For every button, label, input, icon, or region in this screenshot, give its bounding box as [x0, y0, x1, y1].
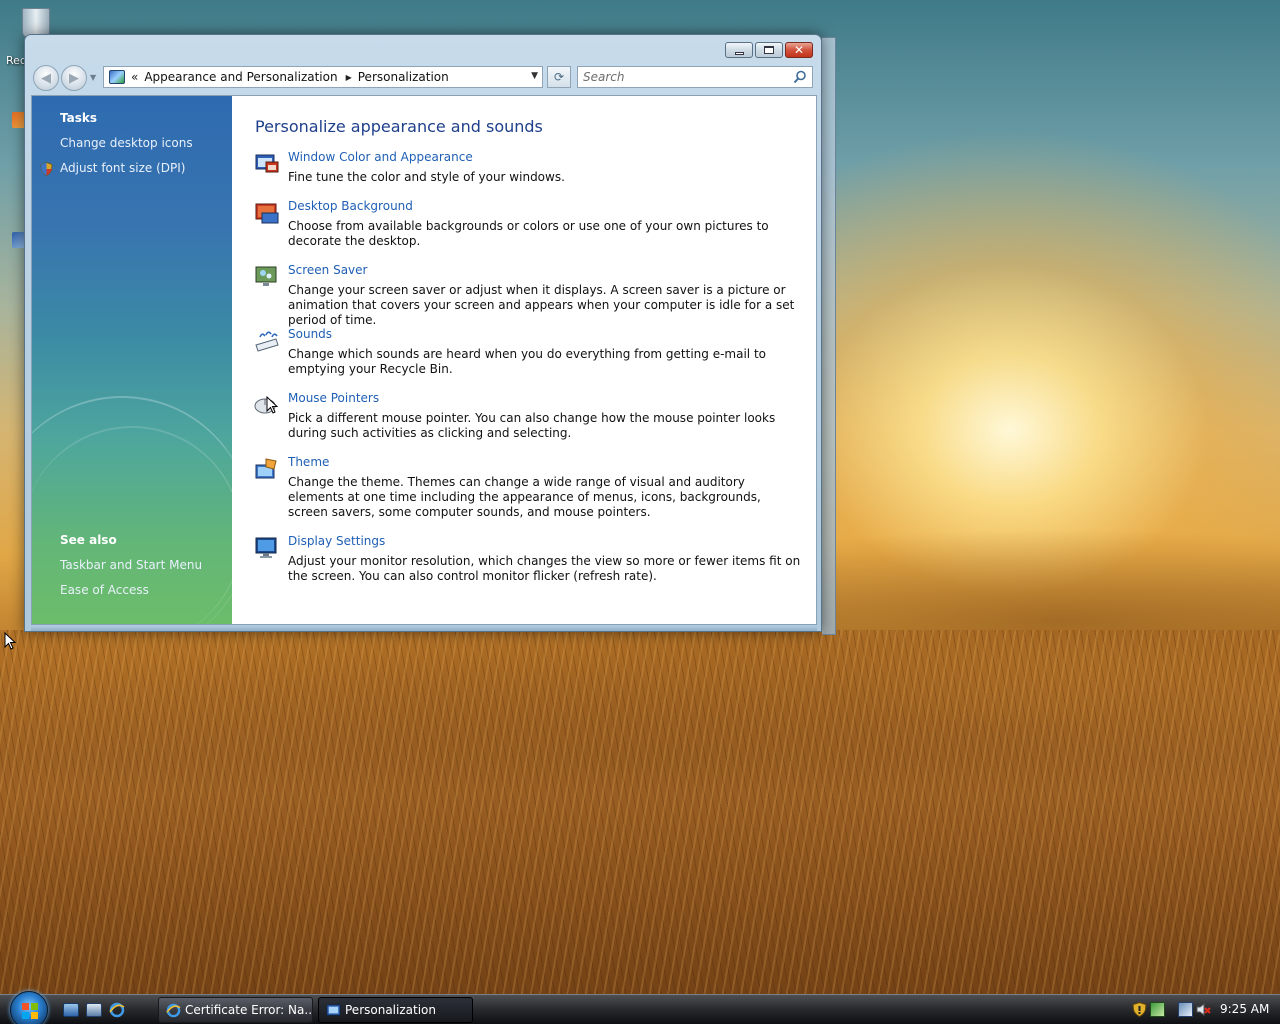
- personalization-window: ✕ ◀ ▶ ▼ « Appearance and Personalization…: [24, 34, 822, 632]
- screen-saver-icon: [255, 266, 277, 286]
- breadcrumb-overflow[interactable]: «: [131, 70, 138, 84]
- clock[interactable]: 9:25 AM: [1220, 1002, 1269, 1016]
- see-also-heading: See also: [60, 533, 117, 547]
- volume-muted-icon[interactable]: [1196, 1002, 1211, 1017]
- taskbar: Certificate Error: Na... Personalization…: [0, 991, 1280, 1024]
- theme-icon: [255, 458, 277, 479]
- search-input[interactable]: [578, 67, 790, 87]
- sounds-icon: [255, 331, 279, 352]
- mouse-pointers-description: Pick a different mouse pointer. You can …: [288, 411, 776, 440]
- screen-saver-description: Change your screen saver or adjust when …: [288, 283, 795, 327]
- mouse-cursor-icon: [4, 632, 16, 650]
- main-pane: Personalize appearance and sounds Window…: [232, 96, 816, 624]
- taskbar-button-label: Personalization: [345, 1003, 436, 1017]
- content-area: Tasks Change desktop icons Adjust font s…: [31, 95, 817, 625]
- close-button[interactable]: ✕: [785, 42, 813, 58]
- refresh-icon: ⟳: [553, 70, 565, 84]
- address-dropdown-icon[interactable]: ▼: [531, 71, 538, 81]
- task-adjust-font-size[interactable]: Adjust font size (DPI): [60, 161, 185, 175]
- internet-explorer-icon: [166, 1003, 181, 1018]
- recycle-bin-label: Rec: [6, 54, 26, 67]
- control-panel-icon: [109, 70, 125, 84]
- forward-button[interactable]: ▶: [61, 65, 87, 91]
- list-item: Display Settings Adjust your monitor res…: [254, 534, 804, 584]
- background-window-edge: [822, 37, 836, 635]
- theme-link[interactable]: Theme: [288, 455, 329, 469]
- caption-buttons: ✕: [725, 42, 813, 58]
- sidebar-icon[interactable]: [1150, 1002, 1165, 1017]
- breadcrumb-appearance[interactable]: Appearance and Personalization: [144, 70, 337, 84]
- list-item: Desktop Background Choose from available…: [254, 199, 804, 249]
- windows-logo-icon: [22, 1003, 38, 1019]
- mouse-cursor-icon: [266, 396, 278, 414]
- mouse-pointers-link[interactable]: Mouse Pointers: [288, 391, 379, 405]
- list-item: Theme Change the theme. Themes can chang…: [254, 455, 804, 519]
- see-also-taskbar[interactable]: Taskbar and Start Menu: [60, 558, 202, 572]
- search-box[interactable]: [577, 66, 813, 88]
- recycle-bin-icon[interactable]: [18, 4, 54, 38]
- list-item: Sounds Change which sounds are heard whe…: [254, 327, 804, 377]
- maximize-icon: [764, 46, 774, 54]
- theme-description: Change the theme. Themes can change a wi…: [288, 475, 761, 519]
- minimize-button[interactable]: [725, 42, 753, 58]
- control-panel-icon: [326, 1004, 341, 1016]
- network-icon[interactable]: [1178, 1002, 1193, 1017]
- see-also-ease-of-access[interactable]: Ease of Access: [60, 583, 149, 597]
- arrow-left-icon: ◀: [41, 70, 51, 86]
- window-color-icon: [255, 154, 279, 173]
- page-title: Personalize appearance and sounds: [255, 117, 543, 136]
- uac-shield-icon: [40, 162, 53, 176]
- display-settings-icon: [255, 537, 277, 558]
- window-bottom-border: [31, 627, 817, 631]
- list-item: Mouse Pointers Pick a different mouse po…: [254, 391, 804, 441]
- back-button[interactable]: ◀: [33, 65, 59, 91]
- window-color-link[interactable]: Window Color and Appearance: [288, 150, 473, 164]
- show-desktop-icon[interactable]: [63, 1003, 79, 1017]
- taskbar-button-personalization[interactable]: Personalization: [318, 997, 473, 1023]
- list-item: Screen Saver Change your screen saver or…: [254, 263, 804, 327]
- wallpaper-grass: [0, 630, 1280, 995]
- arrow-right-icon: ▶: [69, 70, 79, 86]
- sounds-description: Change which sounds are heard when you d…: [288, 347, 766, 376]
- security-shield-icon[interactable]: [1132, 1002, 1147, 1017]
- tasks-heading: Tasks: [60, 111, 98, 125]
- refresh-button[interactable]: ⟳: [547, 66, 571, 88]
- breadcrumb-personalization[interactable]: Personalization: [358, 70, 449, 84]
- close-icon: ✕: [793, 43, 805, 57]
- internet-explorer-icon[interactable]: [109, 1002, 125, 1018]
- display-settings-link[interactable]: Display Settings: [288, 534, 385, 548]
- minimize-icon: [734, 51, 744, 55]
- desktop-background-link[interactable]: Desktop Background: [288, 199, 413, 213]
- screen-saver-link[interactable]: Screen Saver: [288, 263, 367, 277]
- breadcrumb-separator-icon[interactable]: ▶: [346, 73, 352, 82]
- taskbar-button-label: Certificate Error: Na...: [185, 1003, 313, 1017]
- switch-windows-icon[interactable]: [86, 1003, 102, 1017]
- sounds-link[interactable]: Sounds: [288, 327, 332, 341]
- address-bar[interactable]: « Appearance and Personalization ▶ Perso…: [103, 66, 543, 88]
- window-color-description: Fine tune the color and style of your wi…: [288, 170, 565, 184]
- task-change-desktop-icons[interactable]: Change desktop icons: [60, 136, 193, 150]
- search-icon[interactable]: [793, 70, 807, 84]
- recent-pages-dropdown[interactable]: ▼: [90, 73, 96, 82]
- navigation-bar: ◀ ▶ ▼ « Appearance and Personalization ▶…: [31, 65, 815, 91]
- display-settings-description: Adjust your monitor resolution, which ch…: [288, 554, 801, 583]
- desktop-background-description: Choose from available backgrounds or col…: [288, 219, 769, 248]
- taskbar-button-certificate-error[interactable]: Certificate Error: Na...: [158, 997, 313, 1023]
- system-tray: 9:25 AM: [1126, 995, 1280, 1024]
- list-item: Window Color and Appearance Fine tune th…: [254, 150, 804, 184]
- task-pane: Tasks Change desktop icons Adjust font s…: [32, 96, 232, 624]
- desktop-background-icon: [255, 203, 279, 224]
- maximize-button[interactable]: [755, 42, 783, 58]
- start-button[interactable]: [10, 991, 48, 1024]
